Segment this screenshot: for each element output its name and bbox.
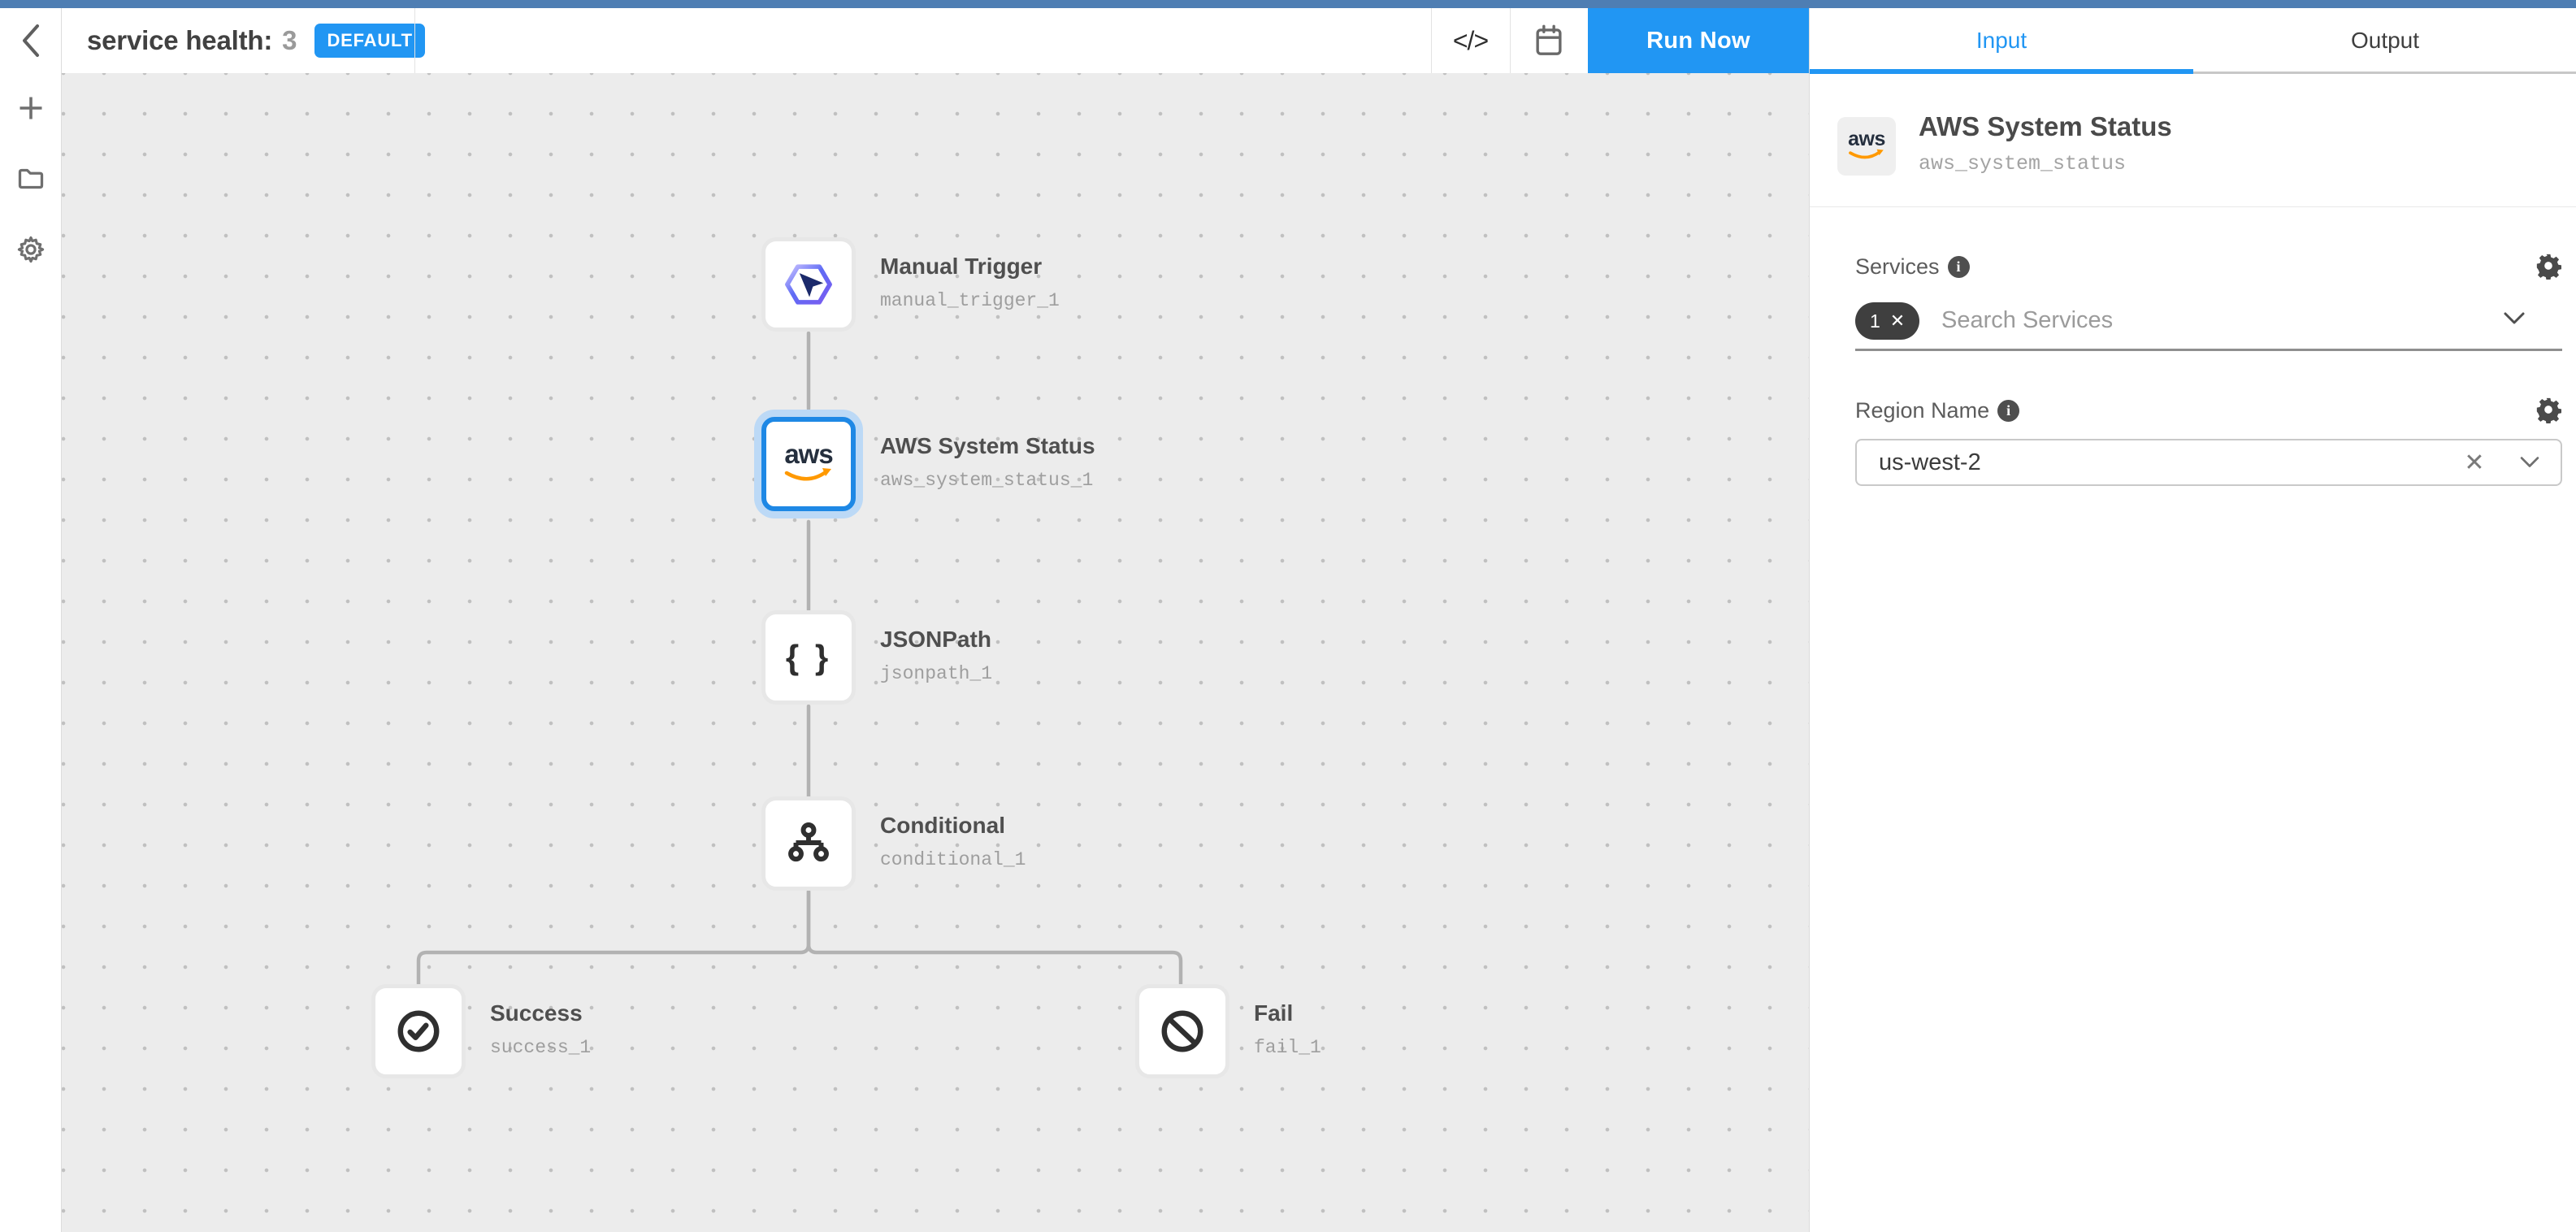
workflow-settings-button[interactable] [0,223,61,275]
node-id: fail_1 [1254,1037,1321,1058]
node-label-manual-trigger: Manual Trigger manual_trigger_1 [880,254,1060,311]
region-name-input[interactable]: us-west-2 ✕ [1855,439,2562,486]
node-title: AWS System Status [880,433,1095,459]
region-name-value: us-west-2 [1879,449,2450,476]
check-circle-icon [393,1006,444,1056]
node-label-aws-system-status: AWS System Status aws_system_status_1 [880,433,1095,491]
node-label-success: Success success_1 [490,1000,591,1058]
branch-tree-icon [783,818,834,869]
ban-icon [1157,1006,1208,1056]
info-icon[interactable]: i [1997,400,2019,422]
aws-smile-swoosh [780,439,837,489]
schedule-button[interactable] [1510,8,1588,73]
code-view-button[interactable]: </> [1431,8,1510,73]
panel-node-title: AWS System Status [1919,111,2172,142]
calendar-icon [1533,24,1564,57]
services-label: Services [1855,254,1940,280]
run-now-label: Run Now [1646,28,1750,54]
services-settings-gear-icon[interactable] [2535,252,2562,280]
panel-header: aws AWS System Status aws_system_status [1810,74,2576,207]
node-id: manual_trigger_1 [880,290,1060,311]
node-label-fail: Fail fail_1 [1254,1000,1321,1058]
node-title: Success [490,1000,591,1026]
services-field-underline [1855,349,2562,351]
aws-logo-icon: aws [1845,128,1889,165]
node-title: Fail [1254,1000,1321,1026]
default-badge: DEFAULT [314,24,424,58]
aws-logo-icon: aws [780,439,837,489]
tab-output[interactable]: Output [2193,8,2576,73]
services-dropdown-chevron-icon[interactable] [2502,310,2526,327]
node-id: jsonpath_1 [880,663,992,684]
clear-icon[interactable]: ✕ [2450,449,2499,477]
workflow-editor: service health: 3 DEFAULT </> Run Now [0,0,2576,1232]
panel-tabs: Input Output [1810,8,2576,73]
add-step-button[interactable] [0,82,61,134]
tab-output-label: Output [2351,28,2419,54]
workflow-canvas[interactable]: Manual Trigger manual_trigger_1 aws AWS … [62,73,1809,1232]
info-icon[interactable]: i [1948,256,1970,278]
node-title: Manual Trigger [880,254,1060,280]
node-title: Conditional [880,813,1026,839]
settings-gear-icon [15,234,46,265]
region-name-label: Region Name [1855,398,1989,423]
node-id: success_1 [490,1037,591,1058]
node-label-jsonpath: JSONPath jsonpath_1 [880,627,992,684]
files-button[interactable] [0,153,61,205]
gear-icon [2535,252,2562,280]
tab-input-label: Input [1976,28,2027,54]
workflow-version: 3 [282,25,297,56]
tab-input[interactable]: Input [1810,8,2193,73]
services-selected-chip[interactable]: 1 ✕ [1855,302,1919,340]
node-fail[interactable] [1135,984,1229,1078]
top-accent-bar [0,0,2576,8]
chip-count: 1 [1870,310,1880,332]
chip-remove-icon[interactable]: ✕ [1890,310,1905,332]
node-id: aws_system_status_1 [880,470,1095,491]
folder-icon [16,164,46,193]
manual-trigger-icon [783,258,835,310]
code-icon: </> [1453,26,1488,56]
node-label-conditional: Conditional conditional_1 [880,813,1026,870]
back-button[interactable] [0,8,61,73]
gear-icon [2535,396,2562,423]
panel-node-id: aws_system_status [1919,152,2126,176]
header-divider [414,8,415,73]
node-success[interactable] [371,984,466,1078]
curly-braces-icon: { } [786,638,831,677]
region-settings-gear-icon[interactable] [2535,396,2562,423]
node-jsonpath[interactable]: { } [761,610,856,705]
region-label-row: Region Name i [1855,398,2019,423]
services-search-input[interactable]: Search Services [1941,307,2113,334]
back-chevron-icon [20,23,42,59]
node-manual-trigger[interactable] [761,237,856,332]
panel-node-icon: aws [1837,117,1896,176]
workflow-title-group: service health: 3 DEFAULT [87,8,425,73]
workflow-title: service health: [87,25,272,56]
run-now-button[interactable]: Run Now [1588,8,1809,73]
node-title: JSONPath [880,627,992,653]
services-label-row: Services i [1855,254,1970,280]
node-id: conditional_1 [880,849,1026,870]
header: service health: 3 DEFAULT </> Run Now [0,8,1809,73]
left-toolbar [0,73,61,1232]
node-aws-system-status[interactable]: aws [761,417,856,511]
node-conditional[interactable] [761,796,856,891]
region-dropdown-chevron-icon[interactable] [2499,455,2561,470]
aws-smile-swoosh [1845,128,1889,165]
plus-icon [16,93,46,123]
inspector-panel: Input Output aws AWS System Status aws_s… [1809,8,2576,1232]
